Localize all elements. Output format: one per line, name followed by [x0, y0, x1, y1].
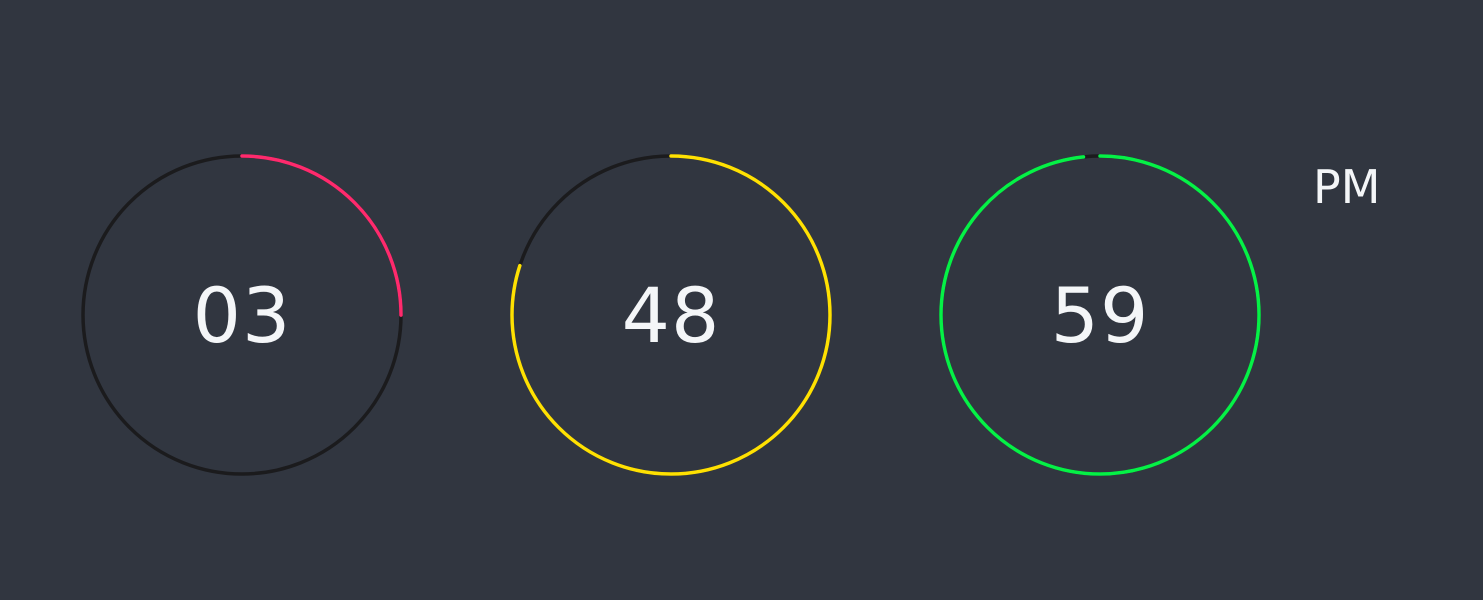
- minutes-value: 48: [621, 270, 721, 360]
- hours-value: 03: [192, 270, 292, 360]
- meridiem-label: PM: [1313, 160, 1381, 214]
- hours-ring: 03: [80, 153, 404, 477]
- seconds-value: 59: [1050, 270, 1150, 360]
- seconds-ring: 59: [938, 153, 1262, 477]
- minutes-ring: 48: [509, 153, 833, 477]
